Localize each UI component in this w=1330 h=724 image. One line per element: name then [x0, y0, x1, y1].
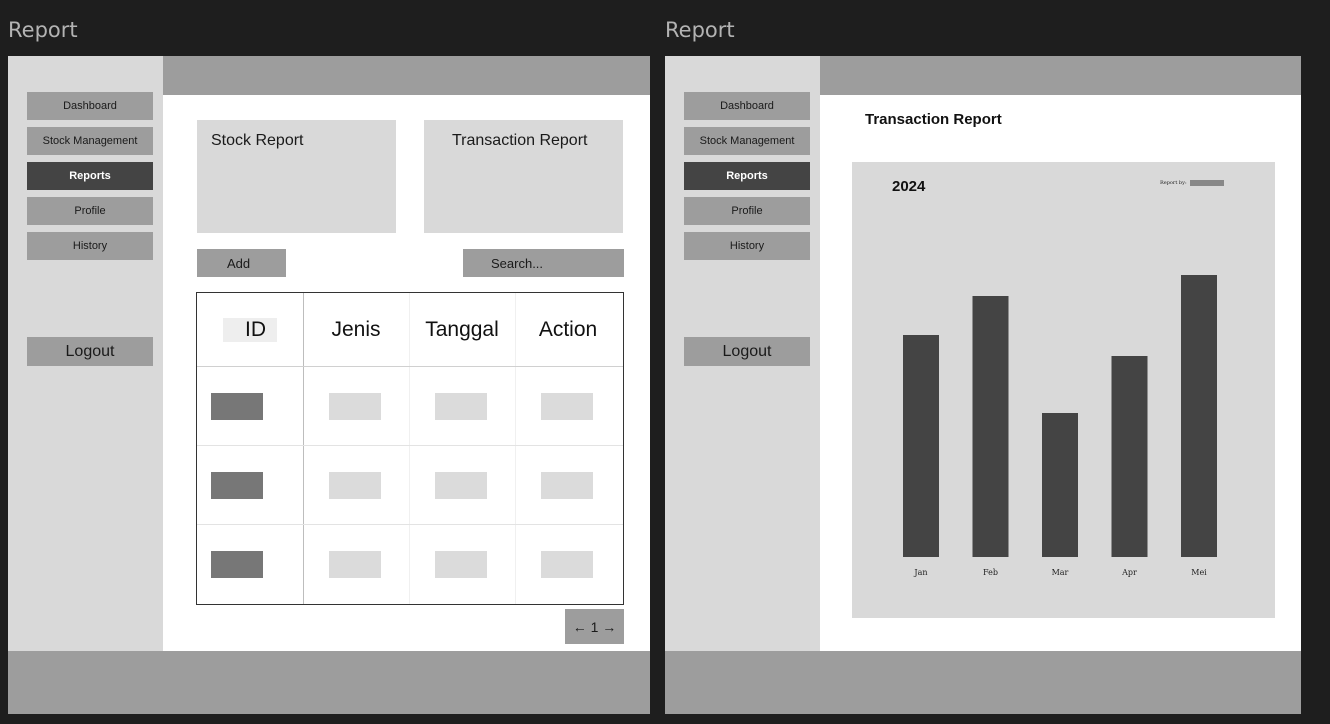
- chart-panel: 2024 Report by: Jan Feb Mar Apr Mei: [852, 162, 1275, 618]
- table-row-tanggal-cell: [435, 393, 487, 420]
- logout-button[interactable]: Logout: [27, 337, 153, 366]
- sidebar-item-dashboard[interactable]: Dashboard: [684, 92, 810, 120]
- stock-table: ID Jenis Tanggal Action: [196, 292, 624, 605]
- x-tick-label: Jan: [913, 568, 927, 577]
- table-row-jenis-cell: [329, 551, 381, 578]
- stock-report-card[interactable]: Stock Report: [197, 120, 396, 233]
- page-title: Transaction Report: [865, 111, 1002, 128]
- table-row-jenis-cell: [329, 472, 381, 499]
- table-row-action-cell[interactable]: [541, 393, 593, 420]
- sidebar-item-history[interactable]: History: [27, 232, 153, 260]
- x-tick-label: Feb: [983, 568, 998, 577]
- sidebar-item-reports[interactable]: Reports: [684, 162, 810, 190]
- sidebar-item-profile[interactable]: Profile: [27, 197, 153, 225]
- bar-chart: Jan Feb Mar Apr Mei: [903, 275, 1217, 577]
- table-row-jenis-cell: [329, 393, 381, 420]
- add-button[interactable]: Add: [197, 249, 286, 277]
- table-row-action-cell[interactable]: [541, 472, 593, 499]
- header-action: Action: [538, 317, 598, 341]
- row-divider: [197, 524, 623, 525]
- sidebar-item-stock-management[interactable]: Stock Management: [27, 127, 153, 155]
- sidebar: Dashboard Stock Management Reports Profi…: [665, 56, 820, 714]
- bar-mar: [1042, 413, 1078, 557]
- x-tick-label: Mar: [1052, 568, 1069, 577]
- x-tick-label: Mei: [1191, 568, 1207, 577]
- header-jenis: Jenis: [331, 317, 381, 341]
- row-divider: [197, 445, 623, 446]
- header-id: ID: [197, 293, 303, 366]
- header-label: ID: [223, 317, 277, 342]
- logout-button[interactable]: Logout: [684, 337, 810, 366]
- bar-jan: [903, 335, 939, 557]
- pagination[interactable]: ← 1 →: [565, 609, 624, 644]
- table-row-id-cell: [211, 393, 263, 420]
- window-title: Report: [665, 18, 735, 42]
- table-row-id-cell: [211, 472, 263, 499]
- table-row-id-cell: [211, 551, 263, 578]
- report-window-transaction: Dashboard Stock Management Reports Profi…: [665, 56, 1301, 714]
- bar-apr: [1111, 356, 1148, 557]
- x-tick-label: Apr: [1121, 568, 1137, 577]
- table-row-tanggal-cell: [435, 472, 487, 499]
- search-input[interactable]: Search...: [463, 249, 624, 277]
- sidebar: Dashboard Stock Management Reports Profi…: [8, 56, 163, 714]
- header-tanggal: Tanggal: [425, 317, 499, 341]
- card-title: Stock Report: [211, 132, 304, 149]
- bar-mei: [1181, 275, 1217, 557]
- table-row-action-cell[interactable]: [541, 551, 593, 578]
- bar-feb: [972, 296, 1009, 557]
- sidebar-item-history[interactable]: History: [684, 232, 810, 260]
- bottom-bar: [8, 651, 650, 714]
- sidebar-item-dashboard[interactable]: Dashboard: [27, 92, 153, 120]
- sidebar-item-profile[interactable]: Profile: [684, 197, 810, 225]
- table-row-tanggal-cell: [435, 551, 487, 578]
- transaction-report-card[interactable]: Transaction Report: [424, 120, 623, 233]
- card-title: Transaction Report: [452, 132, 588, 149]
- sidebar-item-reports[interactable]: Reports: [27, 162, 153, 190]
- report-window-stock: Dashboard Stock Management Reports Profi…: [8, 56, 650, 714]
- row-divider: [197, 366, 623, 367]
- window-title: Report: [8, 18, 78, 42]
- bottom-bar: [665, 651, 1301, 714]
- sidebar-item-stock-management[interactable]: Stock Management: [684, 127, 810, 155]
